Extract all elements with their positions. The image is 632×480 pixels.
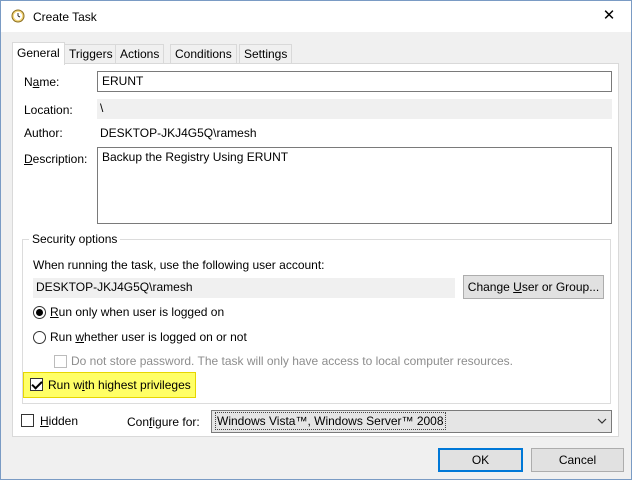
configure-for-select[interactable]: Windows Vista™, Windows Server™ 2008: [211, 410, 612, 433]
close-button[interactable]: ✕: [587, 1, 631, 32]
location-label: Location:: [24, 103, 73, 117]
tab-actions[interactable]: Actions: [115, 44, 165, 64]
radio-run-only-logged-on-label[interactable]: Run only when user is logged on: [50, 305, 224, 319]
tab-settings[interactable]: Settings: [239, 44, 293, 64]
configure-for-label: Configure for:: [127, 415, 200, 429]
user-account-value: DESKTOP-JKJ4G5Q\ramesh: [33, 278, 455, 298]
tab-triggers[interactable]: Triggers: [64, 44, 118, 64]
hidden-checkbox[interactable]: [21, 414, 34, 427]
radio-run-whether-logged-on[interactable]: [33, 331, 46, 344]
account-prompt: When running the task, use the following…: [33, 258, 325, 272]
author-label: Author:: [24, 126, 63, 140]
configure-for-value: Windows Vista™, Windows Server™ 2008: [215, 412, 446, 430]
description-label: Description:: [24, 152, 88, 166]
close-icon: ✕: [602, 7, 616, 24]
change-user-group-button[interactable]: Change User or Group...: [463, 275, 604, 299]
radio-run-only-logged-on[interactable]: [33, 306, 46, 319]
hidden-label[interactable]: Hidden: [40, 414, 78, 428]
security-options-title: Security options: [29, 232, 121, 246]
location-value: \: [97, 99, 612, 119]
description-textarea[interactable]: Backup the Registry Using ERUNT: [97, 147, 612, 224]
title-bar: Create Task ✕: [1, 1, 631, 32]
do-not-store-password-checkbox[interactable]: [54, 355, 67, 368]
ok-button[interactable]: OK: [438, 448, 523, 472]
run-highest-privileges-label[interactable]: Run with highest privileges: [48, 378, 191, 392]
name-input[interactable]: ERUNT: [97, 71, 612, 92]
name-label: Name:: [24, 75, 60, 89]
create-task-dialog: Create Task ✕ General Triggers Actions C…: [0, 0, 632, 480]
tab-conditions[interactable]: Conditions: [170, 44, 237, 64]
run-highest-privileges-checkbox[interactable]: [30, 378, 43, 391]
chevron-down-icon: [597, 418, 607, 424]
radio-run-whether-logged-on-label[interactable]: Run whether user is logged on or not: [50, 330, 247, 344]
window-title: Create Task: [33, 10, 97, 24]
author-value: DESKTOP-JKJ4G5Q\ramesh: [100, 126, 257, 140]
cancel-button[interactable]: Cancel: [531, 448, 624, 472]
tab-general[interactable]: General: [12, 42, 65, 65]
clock-icon: [11, 9, 25, 23]
do-not-store-password-label: Do not store password. The task will onl…: [71, 354, 513, 368]
